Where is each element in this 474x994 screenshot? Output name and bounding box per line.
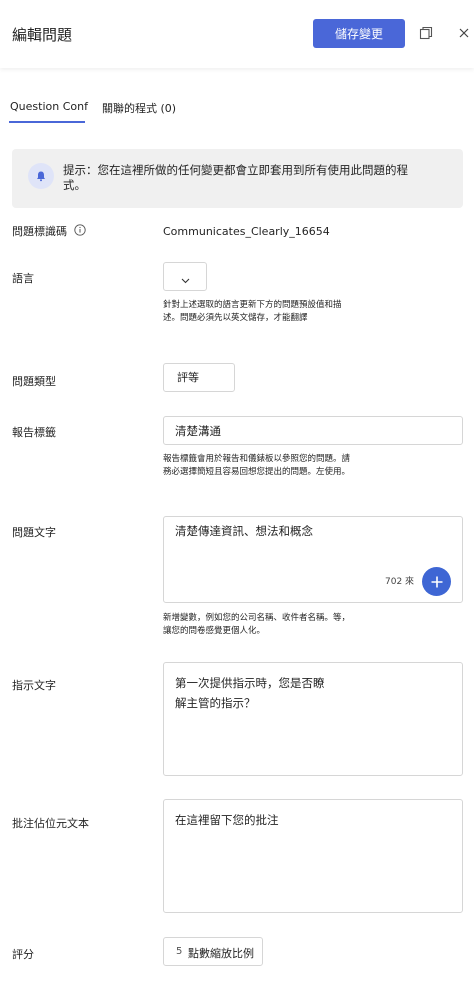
- instruction-text-input[interactable]: 第一次提供指示時，您是否瞭解主管的指示？: [163, 662, 463, 776]
- comment-placeholder-value: 在這裡留下您的批注: [175, 813, 279, 827]
- question-type-select[interactable]: 評等: [163, 363, 235, 392]
- report-label-input[interactable]: 清楚溝通: [163, 416, 463, 445]
- char-count: 702 來: [385, 577, 415, 587]
- save-changes-button[interactable]: 儲存變更: [313, 19, 405, 48]
- header-bar: 編輯問題 儲存變更: [0, 0, 474, 68]
- tab-question-config[interactable]: Question Conf: [10, 100, 88, 113]
- report-label-value: 清楚溝通: [175, 424, 221, 438]
- bell-icon: [28, 163, 54, 189]
- language-label: 語言: [12, 272, 34, 285]
- question-text-value: 清楚傳達資訊、想法和概念: [175, 524, 313, 538]
- question-id-value: Communicates_Clearly_16654: [163, 225, 330, 238]
- plus-icon: [431, 576, 442, 587]
- question-text-label: 問題文字: [12, 526, 56, 539]
- tip-banner: 提示：您在這裡所做的任何變更都會立即套用到所有使用此問題的程式。: [12, 149, 463, 208]
- close-icon[interactable]: [457, 26, 471, 40]
- rating-scale-text: 點數縮放比例: [188, 947, 254, 960]
- tab-bar: Question Conf 關聯的程式 (0): [0, 84, 474, 124]
- chevron-down-icon: [181, 273, 190, 287]
- instruction-text-value: 第一次提供指示時，您是否瞭解主管的指示？: [175, 676, 325, 710]
- question-text-help-text: 新增變數，例如您的公司名稱、收件者名稱。等，讓您的問卷感覺更個人化。: [163, 613, 351, 636]
- report-label-help-text: 報告標籤會用於報告和儀錶板以參照您的問題。請務必選擇簡短且容易回想您提出的問題。…: [163, 454, 351, 477]
- tip-text: 提示：您在這裡所做的任何變更都會立即套用到所有使用此問題的程式。: [63, 163, 408, 192]
- rating-scale-select[interactable]: 5 點數縮放比例: [163, 937, 263, 966]
- language-dropdown[interactable]: [163, 262, 207, 291]
- comment-placeholder-label: 批注佔位元文本: [12, 817, 89, 830]
- add-variable-button[interactable]: [422, 567, 451, 596]
- info-icon[interactable]: [74, 224, 86, 236]
- page-title: 編輯問題: [12, 26, 73, 44]
- question-type-label: 問題類型: [12, 375, 56, 388]
- report-label-label: 報告標籤: [12, 426, 56, 439]
- language-help-text: 針對上述選取的語言更新下方的問題預設值和描述。問題必須先以英文儲存，才能翻譯: [163, 300, 342, 323]
- question-id-label: 問題標識碼: [12, 225, 67, 238]
- rating-label: 評分: [12, 948, 34, 961]
- instruction-text-label: 指示文字: [12, 679, 56, 692]
- question-text-input[interactable]: 清楚傳達資訊、想法和概念: [163, 516, 463, 603]
- tab-associated-programs[interactable]: 關聯的程式 (0): [102, 100, 176, 116]
- active-tab-indicator: [9, 121, 85, 123]
- rating-scale-number: 5: [176, 946, 183, 957]
- popout-icon[interactable]: [419, 26, 433, 40]
- question-type-value: 評等: [177, 371, 199, 384]
- comment-placeholder-input[interactable]: 在這裡留下您的批注: [163, 799, 463, 913]
